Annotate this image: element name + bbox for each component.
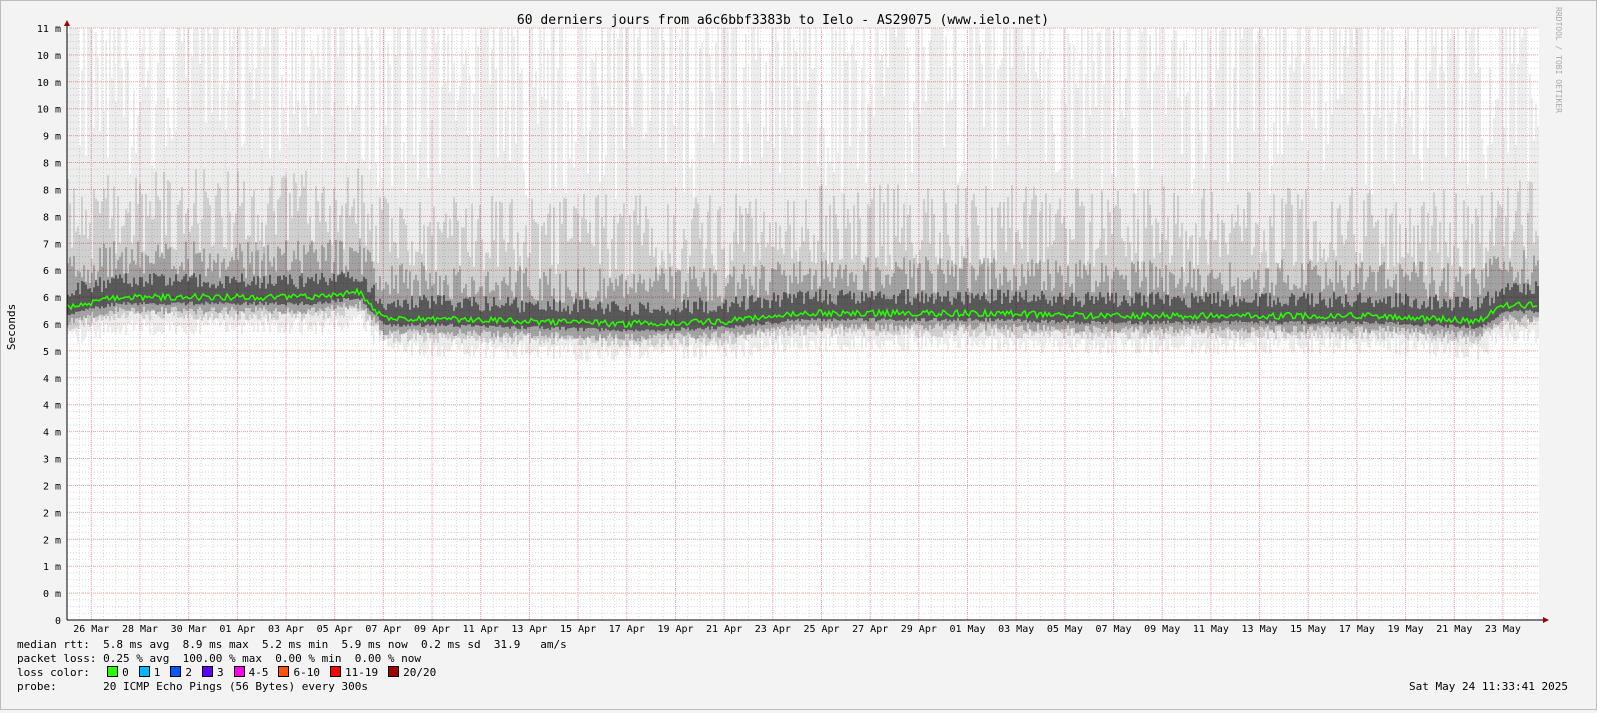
x-tick-label: 17 Apr <box>609 624 645 635</box>
x-tick-label: 27 Apr <box>852 624 888 635</box>
median-rtt-values: 5.8 ms avg 8.9 ms max 5.2 ms min 5.9 ms … <box>103 638 567 651</box>
y-tick-label: 0 m <box>43 589 61 600</box>
y-tick-label: 4 m <box>43 374 61 385</box>
y-tick-label: 8 m <box>43 159 61 170</box>
x-tick-label: 07 May <box>1095 624 1131 635</box>
x-tick-label: 03 Apr <box>268 624 304 635</box>
x-tick-labels: 26 Mar 28 Mar 30 Mar 01 Apr 03 Apr 05 Apr 07 A… <box>73 624 1521 635</box>
x-tick-label: 11 Apr <box>463 624 499 635</box>
x-tick-label: 07 Apr <box>365 624 401 635</box>
x-tick-label: 09 Apr <box>414 624 450 635</box>
x-tick-label: 21 Apr <box>706 624 742 635</box>
y-tick-label: 6 m <box>43 266 61 277</box>
y-tick-label: 2 m <box>43 535 61 546</box>
y-axis-label: Seconds <box>5 304 18 350</box>
x-tick-label: 15 Apr <box>560 624 596 635</box>
loss-color-swatch <box>329 666 341 677</box>
loss-color-swatches: 0 1 2 3 4-5 6-10 11-19 20/20 <box>103 666 442 679</box>
y-tick-label: 1 m <box>43 562 61 573</box>
watermark: RRDTOOL / TOBI OETIKER <box>1554 7 1563 113</box>
loss-color-swatch <box>201 666 213 677</box>
packet-loss-label: packet loss: <box>17 652 97 665</box>
x-tick-label: 30 Mar <box>171 624 207 635</box>
x-tick-label: 25 Apr <box>803 624 839 635</box>
loss-color-label-text: 3 <box>216 666 224 679</box>
x-tick-label: 21 May <box>1436 624 1472 635</box>
loss-color-swatch <box>138 666 150 677</box>
x-tick-label: 15 May <box>1290 624 1326 635</box>
y-tick-label: 4 m <box>43 401 61 412</box>
y-tick-label: 10 m <box>37 78 61 89</box>
x-tick-label: 09 May <box>1144 624 1180 635</box>
loss-color-label: loss color: <box>17 666 90 679</box>
y-tick-label: 2 m <box>43 508 61 519</box>
x-axis-arrow <box>1543 617 1549 623</box>
probe-value: 20 ICMP Echo Pings (56 Bytes) every 300s <box>103 680 369 693</box>
x-tick-label: 13 Apr <box>511 624 547 635</box>
y-tick-label: 10 m <box>37 105 61 116</box>
x-tick-label: 01 May <box>949 624 985 635</box>
legend-packet-loss: packet loss: 0.25 % avg 100.00 % max 0.0… <box>17 652 421 666</box>
legend-loss-color: loss color: 0 1 2 3 4-5 6-10 11-19 20/20 <box>17 666 442 680</box>
x-tick-label: 03 May <box>998 624 1034 635</box>
legend-probe: probe: 20 ICMP Echo Pings (56 Bytes) eve… <box>17 680 368 694</box>
x-tick-label: 19 May <box>1388 624 1424 635</box>
x-tick-label: 28 Mar <box>122 624 158 635</box>
loss-color-label-text: 20/20 <box>403 666 437 679</box>
y-tick-label: 0 <box>55 616 61 627</box>
loss-color-label-text: 4-5 <box>248 666 269 679</box>
loss-color-swatch <box>233 666 245 677</box>
graph-frame: 60 derniers jours from a6c6bbf3383b to I… <box>0 0 1597 710</box>
y-tick-label: 9 m <box>43 132 61 143</box>
x-tick-label: 23 May <box>1485 624 1521 635</box>
legend-median-rtt: median rtt: 5.8 ms avg 8.9 ms max 5.2 ms… <box>17 638 567 652</box>
x-tick-label: 29 Apr <box>901 624 937 635</box>
timestamp: Sat May 24 11:33:41 2025 <box>1409 680 1568 693</box>
loss-color-swatch <box>170 666 182 677</box>
y-tick-labels: 0 0 m 1 m 2 m 2 m 2 m 3 m 4 m 4 m 4 m 5 m 6 m 6 m 6 m… <box>37 24 61 627</box>
x-tick-label: 11 May <box>1193 624 1229 635</box>
y-tick-label: 11 m <box>37 24 61 35</box>
x-tick-label: 05 May <box>1047 624 1083 635</box>
probe-label: probe: <box>17 680 57 693</box>
x-tick-label: 05 Apr <box>317 624 353 635</box>
loss-color-label-text: 1 <box>153 666 161 679</box>
y-tick-label: 7 m <box>43 239 61 250</box>
x-tick-label: 19 Apr <box>657 624 693 635</box>
packet-loss-values: 0.25 % avg 100.00 % max 0.00 % min 0.00 … <box>103 652 421 665</box>
y-tick-label: 4 m <box>43 428 61 439</box>
loss-color-label-text: 6-10 <box>293 666 320 679</box>
y-tick-label: 5 m <box>43 347 61 358</box>
y-tick-label: 3 m <box>43 455 61 466</box>
x-tick-label: 01 Apr <box>219 624 255 635</box>
median-rtt-label: median rtt: <box>17 638 90 651</box>
smokeping-chart: 60 derniers jours from a6c6bbf3383b to I… <box>5 7 1563 635</box>
x-tick-label: 13 May <box>1242 624 1278 635</box>
loss-color-label-text: 11-19 <box>344 666 379 679</box>
y-tick-label: 6 m <box>43 320 61 331</box>
x-tick-label: 17 May <box>1339 624 1375 635</box>
x-tick-label: 23 Apr <box>755 624 791 635</box>
chart-title: 60 derniers jours from a6c6bbf3383b to I… <box>517 13 1049 28</box>
y-tick-label: 6 m <box>43 293 61 304</box>
loss-color-label-text: 0 <box>122 666 129 679</box>
x-tick-label: 26 Mar <box>73 624 109 635</box>
y-tick-label: 10 m <box>37 51 61 62</box>
loss-color-swatch <box>278 666 290 677</box>
y-tick-label: 8 m <box>43 212 61 223</box>
loss-color-swatch <box>107 666 119 677</box>
loss-color-label-text: 2 <box>185 666 192 679</box>
loss-color-swatch <box>388 666 400 677</box>
y-axis-arrow <box>64 20 70 26</box>
y-tick-label: 2 m <box>43 482 61 493</box>
y-tick-label: 8 m <box>43 186 61 197</box>
